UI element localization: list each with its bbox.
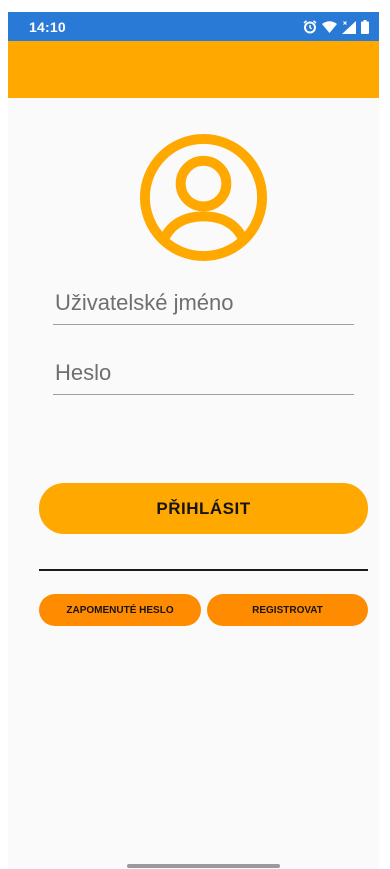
app-bar bbox=[8, 41, 379, 98]
password-input[interactable] bbox=[53, 354, 356, 392]
cellular-signal-icon bbox=[342, 20, 356, 34]
wifi-icon bbox=[322, 21, 337, 33]
battery-icon bbox=[361, 20, 369, 34]
home-indicator[interactable] bbox=[127, 864, 280, 868]
status-icons bbox=[303, 19, 369, 35]
phone-screen: 14:10 Uživatelské jméno PŘIHLÁSIT ZAPOME… bbox=[8, 12, 379, 869]
account-circle-icon bbox=[139, 133, 268, 262]
alarm-icon bbox=[303, 20, 317, 34]
status-time: 14:10 bbox=[29, 19, 66, 35]
username-field bbox=[53, 284, 356, 325]
divider bbox=[39, 569, 368, 571]
status-bar: 14:10 bbox=[8, 12, 379, 41]
forgot-password-button[interactable]: ZAPOMENUTÉ HESLO bbox=[39, 594, 201, 626]
username-input[interactable] bbox=[53, 284, 356, 322]
login-button[interactable]: PŘIHLÁSIT bbox=[39, 483, 368, 534]
register-button[interactable]: REGISTROVAT bbox=[207, 594, 368, 626]
password-field bbox=[53, 354, 356, 395]
